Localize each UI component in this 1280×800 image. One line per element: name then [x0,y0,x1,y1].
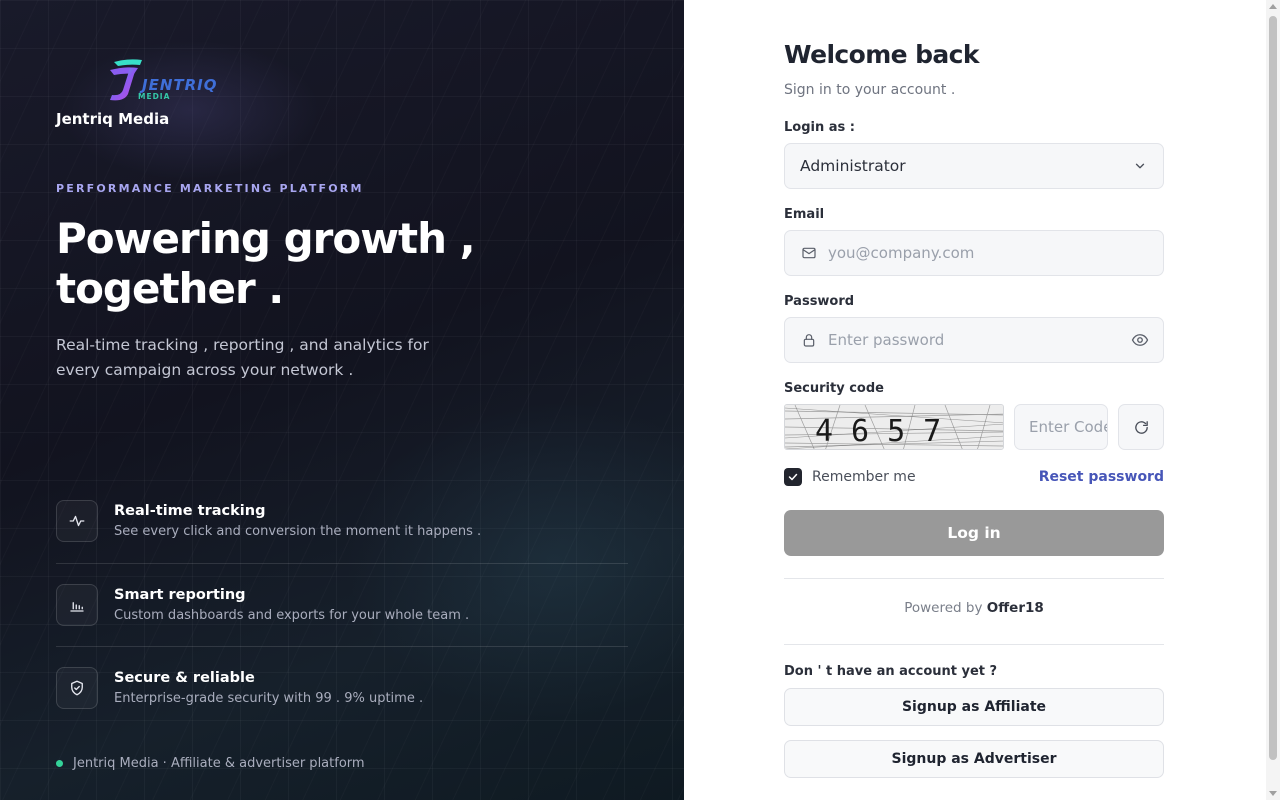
email-input[interactable] [828,244,1163,262]
signup-advertiser-button[interactable]: Signup as Advertiser [784,740,1164,778]
captcha-noise-image: 4657 [785,405,1003,449]
captcha-input[interactable] [1029,418,1107,436]
bar-chart-icon [70,602,84,612]
page-subtitle: Sign in to your account . [784,82,956,98]
divider [784,578,1164,579]
login-as-select[interactable]: Administrator [784,143,1164,189]
hero-headline-line1: Powering growth , [56,214,476,263]
status-dot-icon [56,760,63,767]
remember-me-row: Remember me [784,468,916,486]
hero-subtext: Real-time tracking , reporting , and ana… [56,336,429,379]
signup-affiliate-button[interactable]: Signup as Affiliate [784,688,1164,726]
feature-item: Real-time tracking See every click and c… [56,500,628,560]
feature-title: Real-time tracking [114,503,266,519]
password-field-wrapper [784,317,1164,363]
activity-icon [69,515,85,527]
captcha-field-wrapper [1014,404,1108,450]
page-title: Welcome back [784,40,980,69]
hero-footer: Jentriq Media · Affiliate & advertiser p… [56,756,365,771]
powered-by-prefix: Powered by [904,600,983,616]
hero-panel: JENTRIQ MEDIA Jentriq Media PERFORMANCE … [0,0,684,800]
login-as-label: Login as : [784,120,855,135]
remember-me-checkbox[interactable] [784,468,802,486]
svg-text:4657: 4657 [815,414,959,449]
feature-divider [56,563,628,564]
feature-description: Enterprise-grade security with 99 . 9% u… [114,691,424,706]
lock-icon [801,332,817,348]
hero-headline-line2: together . [56,264,284,313]
powered-by-brand: Offer18 [986,600,1044,616]
security-code-label: Security code [784,381,884,396]
hero-eyebrow: PERFORMANCE MARKETING PLATFORM [56,182,364,195]
feature-title: Smart reporting [114,587,246,603]
divider [784,644,1164,645]
remember-me-label[interactable]: Remember me [812,469,916,485]
feature-title: Secure & reliable [114,670,255,686]
scroll-down-arrow-icon[interactable] [1269,791,1277,796]
eye-icon[interactable] [1131,331,1149,349]
email-field-wrapper [784,230,1164,276]
no-account-text: Don ' t have an account yet ? [784,664,998,679]
feature-item: Secure & reliable Enterprise-grade secur… [56,667,628,727]
refresh-captcha-button[interactable] [1118,404,1164,450]
reset-password-link[interactable]: Reset password [1039,469,1164,485]
powered-by: Powered by Offer18 [784,600,1164,616]
password-input[interactable] [828,331,1131,349]
scrollbar-thumb[interactable] [1269,16,1277,760]
svg-text:MEDIA: MEDIA [138,92,170,101]
brand-logo-icon: JENTRIQ MEDIA [110,59,217,101]
brand-logo: JENTRIQ MEDIA [104,56,228,104]
scroll-up-arrow-icon[interactable] [1269,4,1277,9]
login-button[interactable]: Log in [784,510,1164,556]
feature-icon-box [56,500,98,542]
login-panel: Welcome back Sign in to your account . L… [684,0,1266,800]
feature-description: See every click and conversion the momen… [114,524,482,539]
check-icon [788,473,798,481]
page-scrollbar[interactable] [1266,0,1280,800]
brand-name: Jentriq Media [56,110,170,128]
feature-item: Smart reporting Custom dashboards and ex… [56,584,628,644]
feature-icon-box [56,584,98,626]
feature-icon-box [56,667,98,709]
refresh-icon [1134,420,1148,434]
hero-headline: Powering growth , together . [56,214,576,314]
chevron-down-icon [1135,163,1145,169]
hero-footer-text: Jentriq Media · Affiliate & advertiser p… [73,756,365,771]
login-as-value: Administrator [800,157,906,175]
feature-divider [56,646,628,647]
captcha-image: 4657 [784,404,1004,450]
email-label: Email [784,207,825,222]
password-label: Password [784,294,855,309]
mail-icon [801,245,817,261]
feature-description: Custom dashboards and exports for your w… [114,608,470,623]
shield-check-icon [71,680,83,696]
